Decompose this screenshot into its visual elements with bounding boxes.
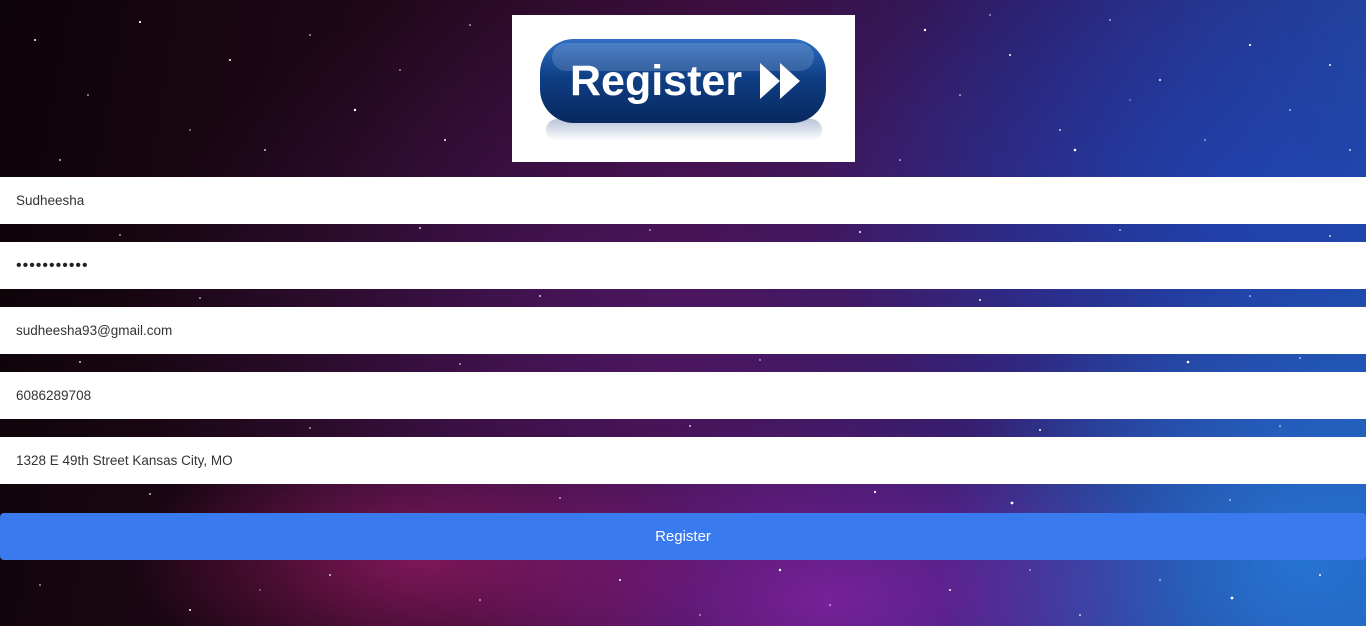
register-logo: Register xyxy=(512,15,855,162)
username-input[interactable] xyxy=(0,177,1366,224)
logo-text: Register xyxy=(570,57,742,105)
phone-input[interactable] xyxy=(0,372,1366,419)
address-input[interactable] xyxy=(0,437,1366,484)
email-input[interactable] xyxy=(0,307,1366,354)
password-input[interactable] xyxy=(0,242,1366,289)
register-button[interactable]: Register xyxy=(0,513,1366,560)
